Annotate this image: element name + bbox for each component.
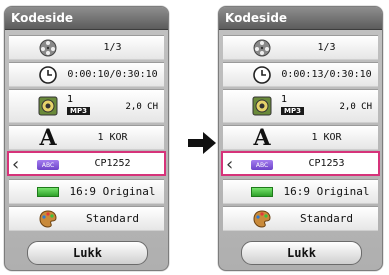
abc-icon-label: ABC bbox=[251, 160, 273, 170]
aspect-ratio-row[interactable]: 16:9 Original bbox=[9, 179, 164, 204]
audio-row[interactable]: 1 MP3 2,0 CH bbox=[223, 89, 378, 123]
abc-icon: ABC bbox=[251, 155, 273, 175]
chevron-left-icon[interactable]: ‹ bbox=[226, 155, 233, 175]
time-value: 0:00:13/0:30:10 bbox=[281, 69, 372, 80]
audio-channels: 2,0 CH bbox=[125, 102, 158, 112]
title-row[interactable]: 1/3 bbox=[223, 35, 378, 60]
audio-row[interactable]: 1 MP3 2,0 CH bbox=[9, 89, 164, 123]
audio-track: 1 bbox=[67, 94, 74, 105]
picture-mode-row[interactable]: Standard bbox=[223, 206, 378, 231]
chevron-left-icon[interactable]: ‹ bbox=[12, 155, 19, 175]
aspect-ratio-row[interactable]: 16:9 Original bbox=[223, 179, 378, 204]
speaker-icon bbox=[251, 96, 273, 116]
title-row[interactable]: 1/3 bbox=[9, 35, 164, 60]
code-page-value: CP1252 bbox=[94, 158, 131, 169]
subtitle-value: 1 KOR bbox=[97, 132, 128, 143]
audio-track: 1 bbox=[281, 94, 288, 105]
film-reel-icon bbox=[37, 38, 59, 58]
audio-info: 1 MP3 bbox=[281, 94, 304, 116]
title-value: 1/3 bbox=[317, 42, 336, 53]
clock-icon bbox=[251, 65, 273, 85]
time-row[interactable]: 0:00:10/0:30:10 bbox=[9, 62, 164, 87]
aspect-ratio-icon bbox=[37, 182, 59, 202]
subtitle-row[interactable]: A 1 KOR bbox=[223, 125, 378, 150]
letter-a-icon: A bbox=[251, 125, 273, 151]
audio-format-badge: MP3 bbox=[281, 107, 304, 115]
palette-icon bbox=[37, 209, 59, 229]
code-page-value: CP1253 bbox=[308, 158, 345, 169]
subtitle-letter: A bbox=[253, 125, 271, 151]
panel-title: Kodeside bbox=[5, 7, 168, 30]
code-page-row[interactable]: ‹ ABC CP1253 bbox=[221, 151, 380, 176]
subtitle-letter: A bbox=[39, 125, 57, 151]
speaker-icon bbox=[37, 96, 59, 116]
subtitle-row[interactable]: A 1 KOR bbox=[9, 125, 164, 150]
audio-info: 1 MP3 bbox=[67, 94, 90, 116]
audio-channels: 2,0 CH bbox=[339, 102, 372, 112]
clock-icon bbox=[37, 65, 59, 85]
picture-mode-value: Standard bbox=[86, 212, 139, 225]
close-button[interactable]: Lukk bbox=[27, 241, 148, 265]
time-row[interactable]: 0:00:13/0:30:10 bbox=[223, 62, 378, 87]
time-value: 0:00:10/0:30:10 bbox=[67, 69, 158, 80]
close-button[interactable]: Lukk bbox=[241, 241, 362, 265]
info-panel-after: Kodeside 1/3 0:00:13/0:30:10 1 MP3 2,0 C… bbox=[218, 6, 383, 271]
aspect-ratio-icon bbox=[251, 182, 273, 202]
arrow-right-icon bbox=[188, 132, 216, 154]
info-panel-before: Kodeside 1/3 0:00:10/0:30:10 1 MP3 2,0 C… bbox=[4, 6, 169, 271]
palette-icon bbox=[251, 209, 273, 229]
subtitle-value: 1 KOR bbox=[311, 132, 342, 143]
aspect-ratio-value: 16:9 Original bbox=[69, 185, 156, 198]
film-reel-icon bbox=[251, 38, 273, 58]
panel-title: Kodeside bbox=[219, 7, 382, 30]
code-page-row[interactable]: ‹ ABC CP1252 bbox=[7, 151, 166, 176]
aspect-ratio-value: 16:9 Original bbox=[283, 185, 370, 198]
abc-icon: ABC bbox=[37, 155, 59, 175]
picture-mode-value: Standard bbox=[300, 212, 353, 225]
audio-format-badge: MP3 bbox=[67, 107, 90, 115]
picture-mode-row[interactable]: Standard bbox=[9, 206, 164, 231]
title-value: 1/3 bbox=[103, 42, 122, 53]
abc-icon-label: ABC bbox=[37, 160, 59, 170]
letter-a-icon: A bbox=[37, 125, 59, 151]
